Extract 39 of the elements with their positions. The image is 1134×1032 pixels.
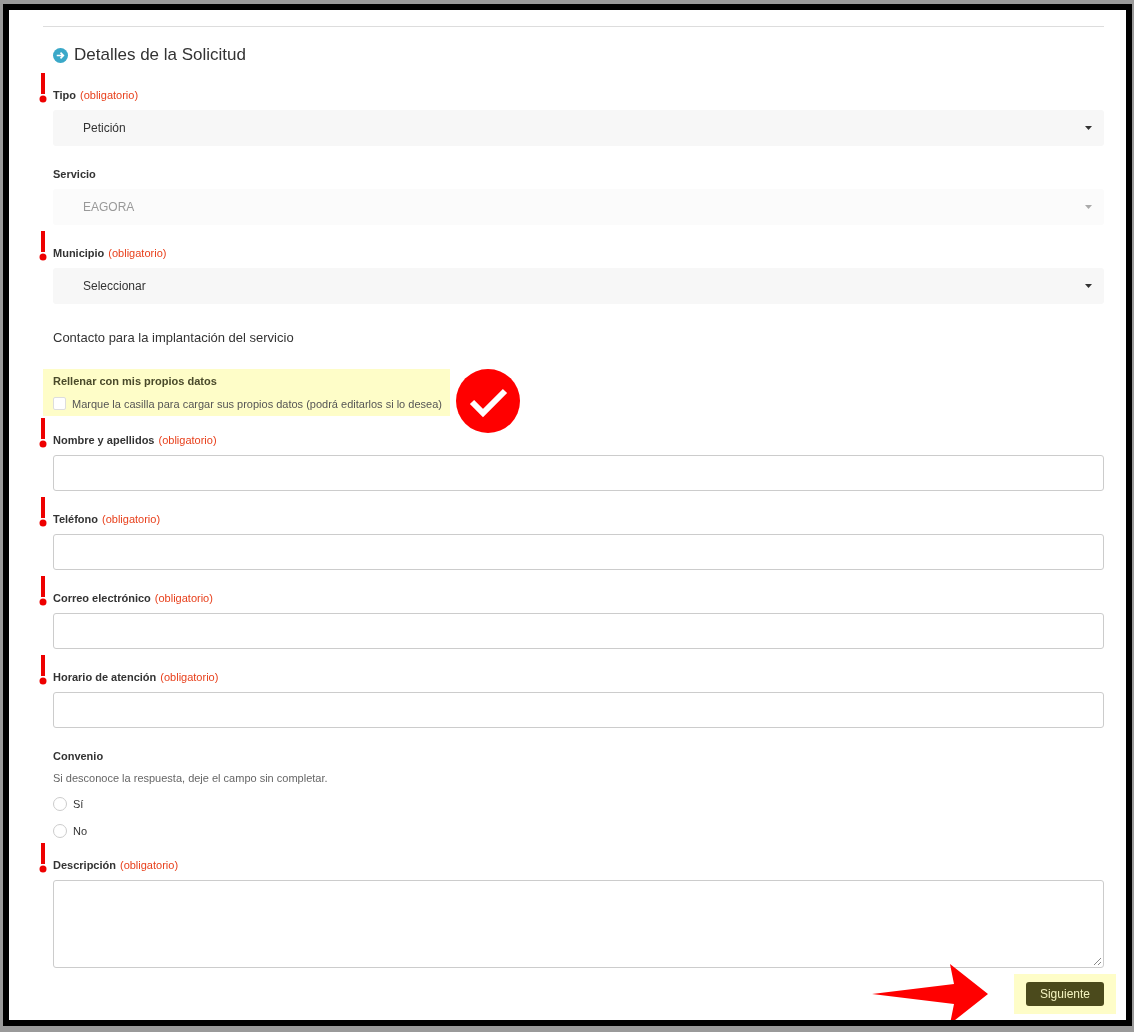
field-label: Horario de atención [53,671,157,683]
field-label: Descripción [53,859,116,871]
section-heading: Contacto para la implantación del servicio [53,330,295,345]
required-note: (obligatorio) [80,89,139,101]
checkbox-label: Marque la casilla para cargar sus propios datos (podrá editarlos si lo desea) [72,397,442,410]
field-label: Correo electrónico [53,592,151,604]
required-note: (obligatorio) [160,671,219,683]
hint-text: Si desconoce la respuesta, deje el campo sin completar. [53,772,329,784]
field-label: Nombre y apellidos [53,434,155,446]
checkbox[interactable] [53,397,66,410]
required-note: (obligatorio) [108,247,167,259]
field-label: Convenio [53,750,104,762]
caret-icon [1085,284,1092,288]
resize-handle-icon[interactable] [1093,957,1101,965]
field-label: Municipio [53,247,105,259]
arrow-circle-icon [53,47,68,63]
field-label: Servicio [53,168,96,180]
caret-icon [1085,126,1092,130]
dropdown[interactable]: Petición [53,110,1104,146]
required-note: (obligatorio) [102,513,161,525]
required-note: (obligatorio) [154,592,213,604]
radio-button[interactable] [53,824,67,838]
input-field[interactable] [53,534,1104,570]
field-label: Teléfono [53,513,98,525]
next-button[interactable]: Siguiente [1025,982,1104,1006]
radio-button[interactable] [53,797,67,811]
input-field[interactable] [53,613,1104,649]
field-label: Tipo [53,89,76,101]
radio-label: No [73,825,88,837]
required-note: (obligatorio) [119,859,179,871]
radio-label: Sí [73,798,84,810]
input-field[interactable] [53,692,1104,728]
dropdown[interactable]: Seleccionar [53,268,1104,304]
caret-icon [1085,205,1092,209]
text-area[interactable] [53,880,1104,968]
input-field[interactable] [53,455,1104,491]
section-title: Detalles de la Solicitud [74,45,246,65]
checkbox-group-label: Rellenar con mis propios datos [53,375,218,389]
required-note: (obligatorio) [158,434,217,446]
